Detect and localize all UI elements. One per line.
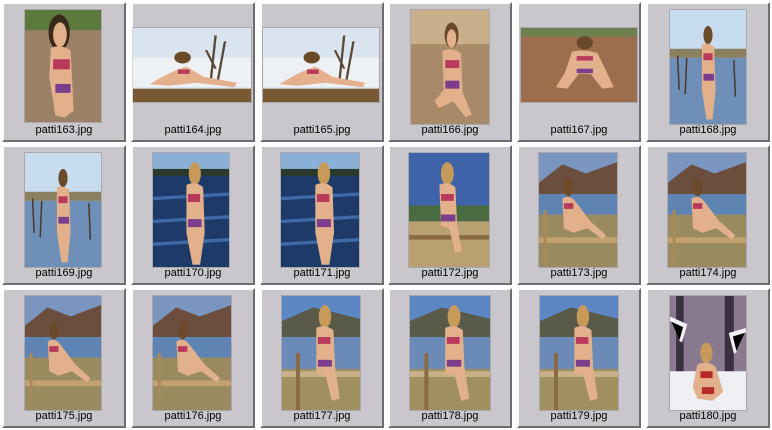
- thumbnail-item[interactable]: patti180.jpg: [646, 288, 770, 428]
- thumbnail-image[interactable]: [133, 28, 251, 102]
- thumbnail-item[interactable]: patti164.jpg: [131, 2, 255, 142]
- thumbnail-item[interactable]: patti167.jpg: [517, 2, 641, 142]
- thumbnail-filename: patti174.jpg: [679, 267, 737, 279]
- thumbnail-image[interactable]: [670, 296, 746, 410]
- thumbnail-image[interactable]: [521, 28, 637, 102]
- thumbnail-filename: patti172.jpg: [421, 267, 479, 279]
- thumbnail-image[interactable]: [282, 296, 360, 410]
- thumbnail-image[interactable]: [281, 153, 359, 267]
- thumbnail-filename: patti176.jpg: [164, 410, 222, 422]
- thumbnail-item[interactable]: patti177.jpg: [260, 288, 384, 428]
- thumbnail-filename: patti171.jpg: [293, 267, 351, 279]
- thumbnail-item[interactable]: patti171.jpg: [260, 145, 384, 285]
- thumbnail-item[interactable]: patti178.jpg: [388, 288, 512, 428]
- thumbnail-image[interactable]: [153, 153, 229, 267]
- thumbnail-image[interactable]: [25, 10, 101, 122]
- thumbnail-filename: patti175.jpg: [35, 410, 93, 422]
- thumbnail-image[interactable]: [263, 28, 379, 102]
- thumbnail-image[interactable]: [153, 296, 231, 410]
- thumbnail-image[interactable]: [668, 153, 746, 267]
- thumbnail-filename: patti169.jpg: [35, 267, 93, 279]
- thumbnail-item[interactable]: patti163.jpg: [2, 2, 126, 142]
- thumbnail-image[interactable]: [540, 296, 618, 410]
- thumbnail-item[interactable]: patti170.jpg: [131, 145, 255, 285]
- thumbnail-filename: patti173.jpg: [550, 267, 608, 279]
- thumbnail-item[interactable]: patti175.jpg: [2, 288, 126, 428]
- thumbnail-image[interactable]: [539, 153, 617, 267]
- thumbnail-item[interactable]: patti179.jpg: [517, 288, 641, 428]
- thumbnail-filename: patti177.jpg: [293, 410, 351, 422]
- thumbnail-item[interactable]: patti166.jpg: [388, 2, 512, 142]
- thumbnail-item[interactable]: patti173.jpg: [517, 145, 641, 285]
- thumbnail-filename: patti166.jpg: [421, 124, 479, 136]
- thumbnail-image[interactable]: [25, 153, 101, 267]
- thumbnail-item[interactable]: patti172.jpg: [388, 145, 512, 285]
- thumbnail-image[interactable]: [25, 296, 101, 410]
- thumbnail-filename: patti163.jpg: [35, 124, 93, 136]
- thumbnail-filename: patti167.jpg: [550, 124, 608, 136]
- thumbnail-filename: patti179.jpg: [550, 410, 608, 422]
- thumbnail-image[interactable]: [410, 296, 490, 410]
- thumbnail-grid: patti163.jpg patti164.jpg patti165.jpg patt…: [0, 0, 772, 430]
- thumbnail-filename: patti178.jpg: [421, 410, 479, 422]
- thumbnail-item[interactable]: patti169.jpg: [2, 145, 126, 285]
- thumbnail-item[interactable]: patti174.jpg: [646, 145, 770, 285]
- thumbnail-image[interactable]: [409, 153, 489, 267]
- thumbnail-filename: patti165.jpg: [293, 124, 351, 136]
- thumbnail-image[interactable]: [670, 10, 746, 124]
- thumbnail-item[interactable]: patti165.jpg: [260, 2, 384, 142]
- thumbnail-item[interactable]: patti168.jpg: [646, 2, 770, 142]
- thumbnail-filename: patti170.jpg: [164, 267, 222, 279]
- thumbnail-image[interactable]: [411, 10, 489, 124]
- thumbnail-filename: patti164.jpg: [164, 124, 222, 136]
- thumbnail-filename: patti168.jpg: [679, 124, 737, 136]
- thumbnail-filename: patti180.jpg: [679, 410, 737, 422]
- thumbnail-item[interactable]: patti176.jpg: [131, 288, 255, 428]
